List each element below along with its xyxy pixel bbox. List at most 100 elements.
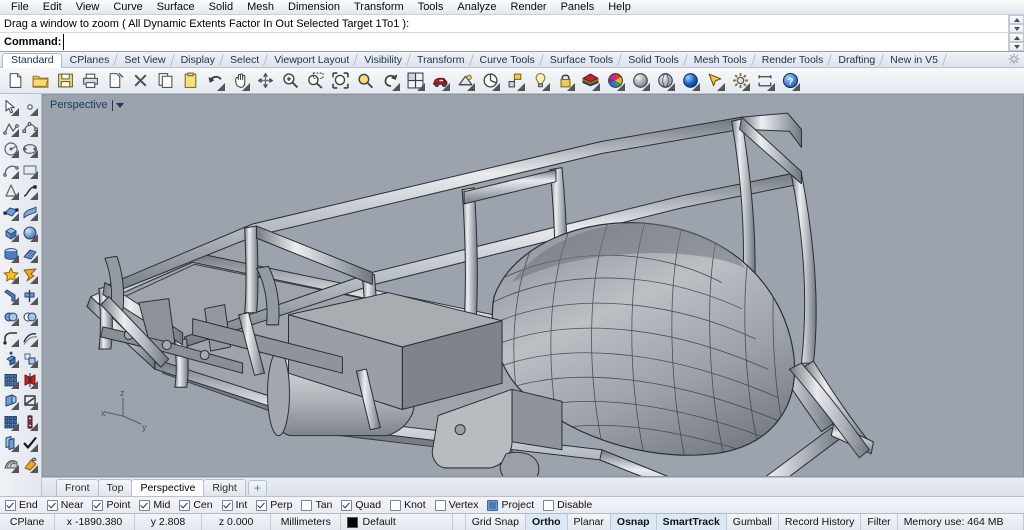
commandline-scroll-down-button[interactable] bbox=[1009, 42, 1024, 51]
osnap-knot[interactable]: Knot bbox=[390, 499, 426, 511]
side-button-array[interactable] bbox=[1, 369, 20, 390]
checkbox-quad[interactable] bbox=[341, 499, 353, 511]
osnap-vertex[interactable]: Vertex bbox=[434, 499, 478, 511]
toolbar-button-cut-page[interactable] bbox=[103, 69, 127, 93]
add-viewport-tab-button[interactable]: + bbox=[247, 480, 267, 496]
toolbar-button-viewport-layout[interactable] bbox=[403, 69, 427, 93]
side-button-control-point-curve[interactable] bbox=[20, 117, 39, 138]
side-button-box[interactable] bbox=[1, 222, 20, 243]
toolbar-button-zoom-extents[interactable] bbox=[328, 69, 352, 93]
side-button-offset-curve[interactable] bbox=[20, 327, 39, 348]
status-layer[interactable]: Default bbox=[341, 514, 453, 530]
toolbar-button-cplane[interactable] bbox=[478, 69, 502, 93]
side-button-render-material[interactable] bbox=[20, 453, 39, 474]
side-button-boolean-union[interactable] bbox=[1, 306, 20, 327]
toolbar-button-ghosted-sphere[interactable] bbox=[653, 69, 677, 93]
toolbar-tab-curve-tools[interactable]: Curve Tools bbox=[472, 53, 542, 67]
viewport-tab-right[interactable]: Right bbox=[203, 479, 246, 496]
toolbar-button-copy[interactable] bbox=[153, 69, 177, 93]
menu-item-file[interactable]: File bbox=[4, 1, 36, 14]
checkbox-end[interactable] bbox=[5, 499, 16, 511]
side-button-explode[interactable] bbox=[1, 264, 20, 285]
toolbar-button-zoom-window[interactable] bbox=[303, 69, 327, 93]
checkbox-point[interactable] bbox=[92, 499, 104, 511]
side-button-check-object[interactable] bbox=[20, 432, 39, 453]
toolbar-tab-transform[interactable]: Transform bbox=[409, 53, 471, 67]
side-button-rectangle[interactable] bbox=[20, 159, 39, 180]
osnap-cen[interactable]: Cen bbox=[179, 499, 213, 511]
side-button-point[interactable] bbox=[20, 96, 39, 117]
status-toggle-smarttrack[interactable]: SmartTrack bbox=[656, 514, 727, 530]
command-line[interactable]: Command: bbox=[0, 33, 1024, 52]
commandline-scroll-group[interactable] bbox=[1008, 33, 1024, 51]
toolbar-tab-select[interactable]: Select bbox=[222, 53, 266, 67]
side-button-circle[interactable] bbox=[1, 138, 20, 159]
osnap-end[interactable]: End bbox=[5, 499, 38, 511]
menu-item-help[interactable]: Help bbox=[601, 1, 638, 14]
menu-item-view[interactable]: View bbox=[69, 1, 107, 14]
toolbar-button-select-arrow[interactable] bbox=[703, 69, 727, 93]
gear-icon[interactable] bbox=[1008, 53, 1020, 65]
chevron-down-icon[interactable] bbox=[116, 102, 125, 108]
side-button-ellipse[interactable] bbox=[20, 138, 39, 159]
osnap-perp[interactable]: Perp bbox=[256, 499, 292, 511]
toolbar-tab-new-in-v5[interactable]: New in V5 bbox=[882, 53, 945, 67]
checkbox-tan[interactable] bbox=[301, 499, 313, 511]
toolbar-button-help[interactable]: ? bbox=[778, 69, 802, 93]
toolbar-tab-mesh-tools[interactable]: Mesh Tools bbox=[686, 53, 754, 67]
toolbar-button-pan-hand[interactable] bbox=[228, 69, 252, 93]
menu-item-tools[interactable]: Tools bbox=[411, 1, 451, 14]
side-button-mirror[interactable] bbox=[20, 369, 39, 390]
checkbox-disable[interactable] bbox=[543, 499, 555, 511]
side-button-transform[interactable] bbox=[20, 411, 39, 432]
side-button-arc[interactable] bbox=[1, 159, 20, 180]
toolbar-tab-cplanes[interactable]: CPlanes bbox=[62, 53, 117, 67]
checkbox-project[interactable] bbox=[487, 499, 499, 511]
status-toggle-record-history[interactable]: Record History bbox=[779, 514, 862, 530]
status-toggle-filter[interactable]: Filter bbox=[861, 514, 898, 530]
osnap-point[interactable]: Point bbox=[92, 499, 130, 511]
osnap-mid[interactable]: Mid bbox=[139, 499, 170, 511]
toolbar-button-layers[interactable] bbox=[578, 69, 602, 93]
side-button-split[interactable] bbox=[20, 285, 39, 306]
toolbar-tab-solid-tools[interactable]: Solid Tools bbox=[620, 53, 686, 67]
side-button-join[interactable] bbox=[20, 264, 39, 285]
side-button-boolean-difference[interactable] bbox=[20, 306, 39, 327]
toolbar-button-options-gear[interactable] bbox=[728, 69, 752, 93]
buggy-chassis-model[interactable] bbox=[43, 95, 1023, 476]
toolbar-button-car-render[interactable] bbox=[428, 69, 452, 93]
toolbar-tab-drafting[interactable]: Drafting bbox=[830, 53, 882, 67]
side-button-rebuild-surface[interactable] bbox=[1, 390, 20, 411]
toolbar-tab-set-view[interactable]: Set View bbox=[116, 53, 172, 67]
toolbar-tab-display[interactable]: Display bbox=[173, 53, 222, 67]
checkbox-near[interactable] bbox=[46, 499, 58, 511]
toolbar-button-undo-arrow[interactable] bbox=[203, 69, 227, 93]
checkbox-knot[interactable] bbox=[390, 499, 402, 511]
side-button-extrude[interactable] bbox=[1, 348, 20, 369]
side-button-surface-loft[interactable] bbox=[20, 201, 39, 222]
history-scroll-down-button[interactable] bbox=[1009, 24, 1024, 33]
toolbar-button-light-bulb[interactable] bbox=[528, 69, 552, 93]
osnap-tan[interactable]: Tan bbox=[301, 499, 332, 511]
toolbar-button-named-cplane[interactable] bbox=[503, 69, 527, 93]
viewport-tab-top[interactable]: Top bbox=[97, 479, 133, 496]
toolbar-button-color-wheel[interactable] bbox=[603, 69, 627, 93]
side-button-fillet-curve[interactable] bbox=[1, 327, 20, 348]
status-toggle-planar[interactable]: Planar bbox=[568, 514, 611, 530]
toolbar-button-rendered-sphere[interactable] bbox=[678, 69, 702, 93]
status-toggle-osnap[interactable]: Osnap bbox=[610, 514, 657, 530]
checkbox-perp[interactable] bbox=[256, 499, 268, 511]
menu-item-analyze[interactable]: Analyze bbox=[450, 1, 503, 14]
side-button-surface-patch[interactable] bbox=[20, 243, 39, 264]
osnap-project[interactable]: Project bbox=[487, 499, 534, 511]
toolbar-button-print[interactable] bbox=[78, 69, 102, 93]
toolbar-tab-standard[interactable]: Standard bbox=[2, 53, 62, 68]
command-input[interactable] bbox=[63, 34, 1004, 50]
menu-item-solid[interactable]: Solid bbox=[202, 1, 240, 14]
toolbar-tab-visibility[interactable]: Visibility bbox=[356, 53, 409, 67]
osnap-quad[interactable]: Quad bbox=[341, 499, 381, 511]
side-button-polyline[interactable] bbox=[1, 117, 20, 138]
toolbar-button-delete-x[interactable] bbox=[128, 69, 152, 93]
menu-item-panels[interactable]: Panels bbox=[554, 1, 602, 14]
side-button-scale[interactable] bbox=[20, 348, 39, 369]
